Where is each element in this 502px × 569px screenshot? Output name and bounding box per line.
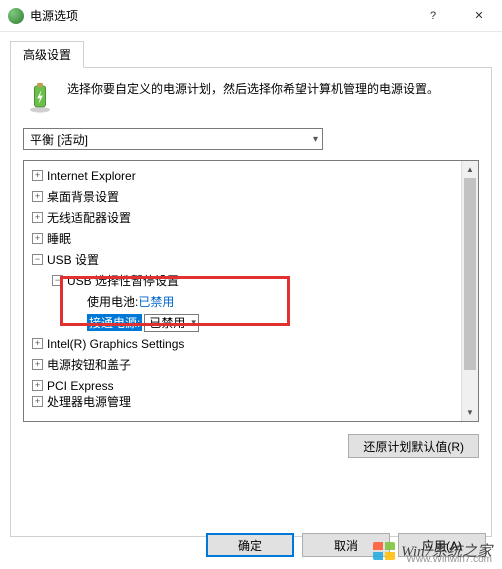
expand-icon[interactable]: + [32, 191, 43, 202]
tree-item-label: Internet Explorer [47, 169, 136, 183]
power-plan-select[interactable]: 平衡 [活动] ▾ [23, 128, 323, 150]
expander-spacer [72, 296, 83, 307]
help-button[interactable]: ? [410, 1, 456, 31]
tree-item[interactable]: + 桌面背景设置 [26, 186, 478, 207]
close-button[interactable]: ✕ [456, 1, 502, 31]
tree-item[interactable]: −USB 选择性暂停设置 [26, 270, 478, 291]
battery-icon [23, 80, 57, 114]
tree-item-label: 电源按钮和盖子 [47, 356, 131, 373]
tree-item-label: 桌面背景设置 [47, 188, 119, 205]
tree-item-label: 使用电池: [87, 293, 138, 310]
scroll-thumb[interactable] [464, 178, 476, 370]
tree-item[interactable]: 接通电源: 已禁用 ▾ [26, 312, 478, 333]
expand-icon[interactable]: + [32, 396, 43, 407]
tree-item-label: Intel(R) Graphics Settings [47, 337, 184, 351]
title-bar: 电源选项 ? ✕ [0, 0, 502, 32]
value-text: 已禁用 [149, 314, 185, 331]
watermark-url: Www.Winwin7.com [406, 554, 492, 565]
scroll-down-button[interactable]: ▼ [462, 404, 478, 421]
header-row: 选择你要自定义的电源计划，然后选择你希望计算机管理的电源设置。 [23, 80, 479, 114]
scrollbar[interactable]: ▲ ▼ [461, 161, 478, 421]
window-title: 电源选项 [30, 7, 410, 24]
tree-item-label: 处理器电源管理 [47, 393, 131, 410]
tree-item[interactable]: + 处理器电源管理 [26, 396, 478, 407]
tree-item-label: USB 选择性暂停设置 [67, 272, 179, 289]
collapse-icon[interactable]: − [52, 275, 63, 286]
watermark: Win7系统之家 Www.Winwin7.com [373, 540, 492, 561]
tree-item-label: 睡眠 [47, 230, 71, 247]
expand-icon[interactable]: + [32, 359, 43, 370]
expand-icon[interactable]: + [32, 170, 43, 181]
tab-strip: 高级设置 [0, 32, 502, 67]
tree-item[interactable]: + Internet Explorer [26, 165, 478, 186]
header-text: 选择你要自定义的电源计划，然后选择你希望计算机管理的电源设置。 [67, 80, 439, 114]
tree-item[interactable]: + 睡眠 [26, 228, 478, 249]
expander-spacer [72, 317, 83, 328]
tree-item-label: PCI Express [47, 379, 114, 393]
tree-item-label: 接通电源: [87, 314, 142, 331]
power-plan-value: 平衡 [活动] [30, 131, 88, 148]
tree-item[interactable]: 使用电池: 已禁用 [26, 291, 478, 312]
tree-item-value[interactable]: 已禁用 [138, 293, 174, 310]
tab-panel: 选择你要自定义的电源计划，然后选择你希望计算机管理的电源设置。 平衡 [活动] … [10, 67, 492, 537]
scroll-up-button[interactable]: ▲ [462, 161, 478, 178]
chevron-down-icon: ▾ [191, 317, 196, 328]
app-icon [8, 8, 24, 24]
settings-tree: +Internet Explorer+桌面背景设置+无线适配器设置+睡眠−USB… [23, 160, 479, 422]
tree-item[interactable]: + 电源按钮和盖子 [26, 354, 478, 375]
windows-flag-icon [373, 542, 395, 560]
tab-advanced[interactable]: 高级设置 [10, 41, 84, 68]
value-select[interactable]: 已禁用 ▾ [144, 314, 199, 332]
tree-item[interactable]: + 无线适配器设置 [26, 207, 478, 228]
expand-icon[interactable]: + [32, 338, 43, 349]
scroll-track[interactable] [462, 178, 478, 404]
ok-button[interactable]: 确定 [206, 533, 294, 557]
tree-item[interactable]: −USB 设置 [26, 249, 478, 270]
restore-defaults-button[interactable]: 还原计划默认值(R) [348, 434, 479, 458]
collapse-icon[interactable]: − [32, 254, 43, 265]
tree-item-label: USB 设置 [47, 251, 99, 268]
tree-item[interactable]: + Intel(R) Graphics Settings [26, 333, 478, 354]
expand-icon[interactable]: + [32, 233, 43, 244]
chevron-down-icon: ▾ [313, 134, 318, 145]
restore-row: 还原计划默认值(R) [23, 434, 479, 458]
expand-icon[interactable]: + [32, 212, 43, 223]
expand-icon[interactable]: + [32, 380, 43, 391]
tree-item-label: 无线适配器设置 [47, 209, 131, 226]
